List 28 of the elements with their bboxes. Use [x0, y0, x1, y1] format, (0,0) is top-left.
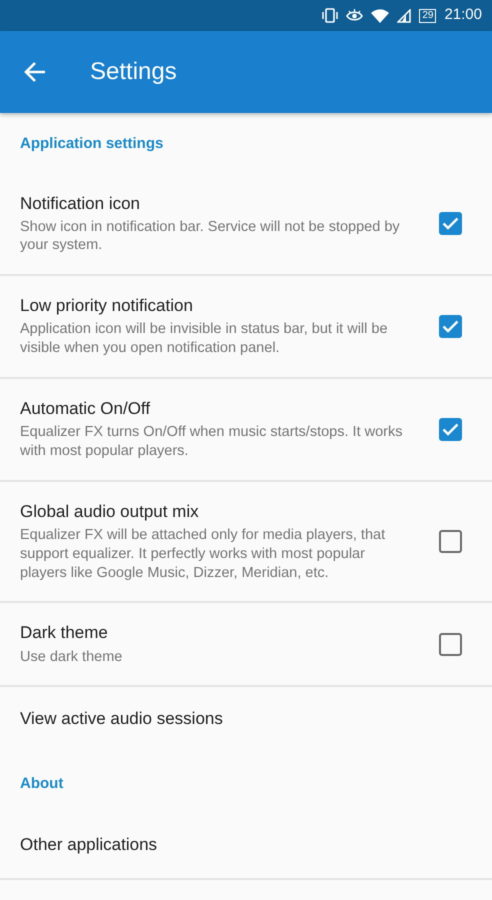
- setting-description: Show icon in notification bar. Service will not be stopped by your system.: [20, 218, 401, 256]
- setting-title: Automatic On/Off: [20, 398, 152, 420]
- setting-description: Equalizer FX will be attached only for media players, that support equalizer. It perfectly works with most popular players like Google Music, Dizzer, Meridian, etc.: [20, 526, 386, 582]
- checkbox[interactable]: [439, 530, 462, 554]
- section-header: About: [19, 774, 64, 794]
- setting-description: Equalizer FX turns On/Off when music starts/stops. It works with most popular players.: [20, 423, 404, 461]
- setting-link[interactable]: Other applications: [20, 834, 472, 856]
- signal-icon: [397, 8, 412, 22]
- setting-title: Low priority notification: [20, 295, 194, 318]
- setting-title: Dark theme: [20, 622, 109, 644]
- setting-link[interactable]: View active audio sessions: [20, 708, 472, 730]
- clock-time: 21:00: [444, 5, 482, 26]
- back-button[interactable]: [24, 62, 46, 82]
- section-header: Application settings: [19, 134, 164, 154]
- setting-description: Application icon will be invisible in status bar, but it will be visible when you open notification panel.: [20, 320, 389, 358]
- screen-title: Settings: [90, 57, 177, 87]
- wifi-icon: [371, 8, 390, 22]
- checkbox[interactable]: [439, 632, 462, 656]
- setting-title: Notification icon: [20, 192, 142, 214]
- eye-icon: [346, 8, 364, 22]
- back-arrow-icon: [24, 62, 46, 82]
- battery-level: 29: [419, 8, 436, 22]
- checkbox[interactable]: [439, 315, 462, 338]
- checkbox[interactable]: [439, 212, 462, 236]
- setting-title: Global audio output mix: [20, 500, 200, 523]
- setting-description: Use dark theme: [20, 648, 124, 666]
- checkbox[interactable]: [439, 418, 462, 441]
- vibrate-icon: [322, 8, 338, 23]
